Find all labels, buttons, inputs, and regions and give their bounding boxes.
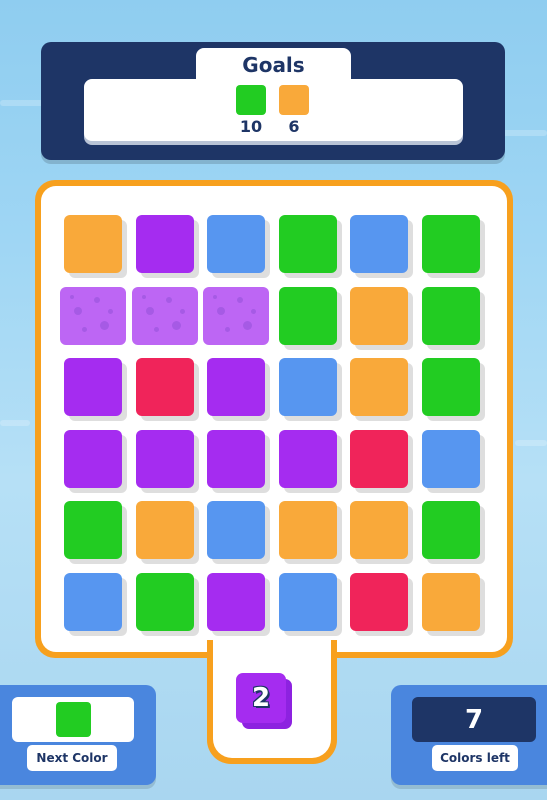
paint-splat xyxy=(243,320,252,330)
tile-r2-c0-purple[interactable] xyxy=(64,358,122,416)
goal-count-orange: 6 xyxy=(288,117,300,136)
paint-splat xyxy=(100,320,109,330)
tile-r5-c2-purple[interactable] xyxy=(207,572,265,631)
tile-r4-c4-orange[interactable] xyxy=(350,501,408,559)
paint-splat xyxy=(94,296,100,303)
tile-r1-c5-green[interactable] xyxy=(421,286,480,345)
goal-count-green: 10 xyxy=(239,117,263,136)
goals-title: Goals xyxy=(242,53,305,77)
background-streak xyxy=(515,440,547,446)
tile-r2-c3-blue[interactable] xyxy=(278,358,337,416)
background-streak xyxy=(0,420,30,426)
paint-splat xyxy=(179,308,185,314)
tile-r2-c2-purple[interactable] xyxy=(207,358,265,416)
tile-r2-c5-green[interactable] xyxy=(421,358,480,416)
tile-r1-c0-purple[interactable] xyxy=(60,286,126,345)
goal-item-green: 10 xyxy=(234,85,268,136)
paint-splat xyxy=(141,294,146,299)
tile-r5-c5-orange[interactable] xyxy=(421,572,480,631)
tile-r3-c2-purple[interactable] xyxy=(207,429,265,488)
board-inner xyxy=(41,186,507,652)
tile-r0-c5-green[interactable] xyxy=(421,215,480,273)
tile-r0-c0-orange[interactable] xyxy=(64,215,122,273)
tile-r0-c3-green[interactable] xyxy=(278,215,337,273)
paint-splat xyxy=(153,326,159,332)
colors-left-label: Colors left xyxy=(440,751,510,765)
tile-r3-c1-purple[interactable] xyxy=(135,429,194,488)
tile-r2-c4-orange[interactable] xyxy=(350,358,408,416)
colors-left-label-bg: Colors left xyxy=(432,745,518,771)
tile-r3-c3-purple[interactable] xyxy=(278,429,337,488)
tile-r5-c4-red[interactable] xyxy=(350,572,408,631)
colors-left-value: 7 xyxy=(464,704,484,735)
paint-splat xyxy=(225,326,230,332)
tile-r5-c0-blue[interactable] xyxy=(64,572,122,631)
next-color-swatch xyxy=(56,702,91,737)
next-color-label-bg: Next Color xyxy=(27,745,117,771)
background-streak xyxy=(500,130,547,136)
paint-splat xyxy=(217,306,225,315)
paint-splat xyxy=(251,308,256,314)
goals-tab: Goals xyxy=(196,48,351,82)
paint-splat xyxy=(108,308,113,314)
tile-r5-c1-green[interactable] xyxy=(135,572,194,631)
paint-splat xyxy=(237,296,243,303)
goals-list: 10 6 xyxy=(84,79,463,141)
tile-r5-c3-blue[interactable] xyxy=(278,572,337,631)
tile-r2-c1-red[interactable] xyxy=(135,358,194,416)
tile-r0-c2-blue[interactable] xyxy=(207,215,265,273)
tile-stack-front: 2 xyxy=(236,673,286,723)
tile-r1-c4-orange[interactable] xyxy=(350,286,408,345)
goal-swatch-green xyxy=(236,85,266,115)
tile-r4-c1-orange[interactable] xyxy=(135,501,194,559)
tile-r1-c3-green[interactable] xyxy=(278,286,337,345)
tile-r4-c2-blue[interactable] xyxy=(207,501,265,559)
tile-r4-c3-orange[interactable] xyxy=(278,501,337,559)
goal-swatch-orange xyxy=(279,85,309,115)
paint-splat xyxy=(145,306,154,315)
paint-splat xyxy=(74,306,82,315)
tile-r3-c4-red[interactable] xyxy=(350,429,408,488)
tile-r3-c5-blue[interactable] xyxy=(421,429,480,488)
tile-r0-c4-blue[interactable] xyxy=(350,215,408,273)
tile-r4-c0-green[interactable] xyxy=(64,501,122,559)
tile-r0-c1-purple[interactable] xyxy=(135,215,194,273)
colors-left-box: 7 xyxy=(412,697,536,742)
tile-stack[interactable]: 2 xyxy=(236,673,296,735)
tile-r3-c0-purple[interactable] xyxy=(64,429,122,488)
tile-stack-count: 2 xyxy=(251,683,271,713)
tile-r1-c2-purple[interactable] xyxy=(203,286,269,345)
paint-splat xyxy=(82,326,87,332)
goal-item-orange: 6 xyxy=(277,85,311,136)
paint-splat xyxy=(165,296,172,303)
game-board xyxy=(35,180,513,658)
paint-splat xyxy=(171,320,181,330)
next-color-label: Next Color xyxy=(36,751,108,765)
tile-r1-c1-purple[interactable] xyxy=(131,286,198,345)
paint-splat xyxy=(213,294,217,299)
paint-splat xyxy=(70,294,74,299)
tile-r4-c5-green[interactable] xyxy=(421,501,480,559)
